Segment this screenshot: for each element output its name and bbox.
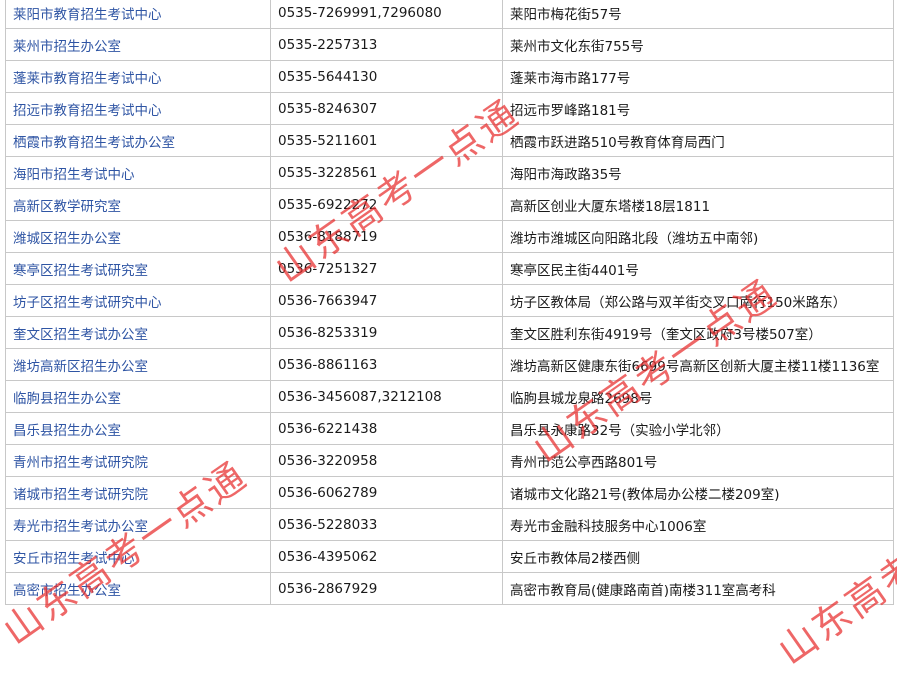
office-name-cell: 海阳市招生考试中心 bbox=[5, 156, 271, 189]
phone-cell: 0536-8253319 bbox=[270, 316, 503, 349]
phone-cell: 0535-8246307 bbox=[270, 92, 503, 125]
table-row: 坊子区招生考试研究中心 0536-7663947 坊子区教体局（郑公路与双羊街交叉口… bbox=[5, 284, 894, 317]
table-row: 招远市教育招生考试中心 0535-8246307 招远市罗峰路181号 bbox=[5, 92, 894, 125]
office-name-link[interactable]: 潍城区招生办公室 bbox=[13, 231, 121, 247]
phone-cell: 0536-3220958 bbox=[270, 444, 503, 477]
office-name-link[interactable]: 海阳市招生考试中心 bbox=[13, 167, 135, 183]
office-name-link[interactable]: 坊子区招生考试研究中心 bbox=[13, 295, 162, 311]
address-cell: 招远市罗峰路181号 bbox=[502, 92, 894, 125]
office-name-cell: 奎文区招生考试办公室 bbox=[5, 316, 271, 349]
phone-cell: 0536-7663947 bbox=[270, 284, 503, 317]
office-name-cell: 莱阳市教育招生考试中心 bbox=[5, 0, 271, 29]
phone-cell: 0536-5228033 bbox=[270, 508, 503, 541]
address-cell: 莱阳市梅花街57号 bbox=[502, 0, 894, 29]
office-name-link[interactable]: 奎文区招生考试办公室 bbox=[13, 327, 148, 343]
office-name-link[interactable]: 莱州市招生办公室 bbox=[13, 39, 121, 55]
office-name-cell: 蓬莱市教育招生考试中心 bbox=[5, 60, 271, 93]
office-name-link[interactable]: 莱阳市教育招生考试中心 bbox=[13, 7, 162, 23]
office-name-link[interactable]: 招远市教育招生考试中心 bbox=[13, 103, 162, 119]
table-row: 寒亭区招生考试研究室 0536-7251327 寒亭区民主街4401号 bbox=[5, 252, 894, 285]
table-row: 临朐县招生办公室 0536-3456087,3212108 临朐县城龙泉路2698号 bbox=[5, 380, 894, 413]
phone-cell: 0536-3456087,3212108 bbox=[270, 380, 503, 413]
table-row: 蓬莱市教育招生考试中心 0535-5644130 蓬莱市海市路177号 bbox=[5, 60, 894, 93]
office-name-link[interactable]: 青州市招生考试研究院 bbox=[13, 455, 148, 471]
address-cell: 安丘市教体局2楼西侧 bbox=[502, 540, 894, 573]
address-cell: 青州市范公亭西路801号 bbox=[502, 444, 894, 477]
table-row: 安丘市招生考试中心 0536-4395062 安丘市教体局2楼西侧 bbox=[5, 540, 894, 573]
office-name-cell: 安丘市招生考试中心 bbox=[5, 540, 271, 573]
address-cell: 寒亭区民主街4401号 bbox=[502, 252, 894, 285]
address-cell: 昌乐县永康路32号（实验小学北邻） bbox=[502, 412, 894, 445]
table-row: 高密市招生办公室 0536-2867929 高密市教育局(健康路南首)南楼311室高… bbox=[5, 572, 894, 605]
address-cell: 潍坊市潍城区向阳路北段（潍坊五中南邻) bbox=[502, 220, 894, 253]
address-cell: 高新区创业大厦东塔楼18层1811 bbox=[502, 188, 894, 221]
office-name-link[interactable]: 栖霞市教育招生考试办公室 bbox=[13, 135, 175, 151]
office-name-cell: 栖霞市教育招生考试办公室 bbox=[5, 124, 271, 157]
table-row: 潍城区招生办公室 0536-8188719 潍坊市潍城区向阳路北段（潍坊五中南邻) bbox=[5, 220, 894, 253]
office-name-link[interactable]: 高新区教学研究室 bbox=[13, 199, 121, 215]
phone-cell: 0536-2867929 bbox=[270, 572, 503, 605]
office-name-link[interactable]: 安丘市招生考试中心 bbox=[13, 551, 135, 567]
office-name-link[interactable]: 诸城市招生考试研究院 bbox=[13, 487, 148, 503]
table-row: 栖霞市教育招生考试办公室 0535-5211601 栖霞市跃进路510号教育体育局西… bbox=[5, 124, 894, 157]
office-name-link[interactable]: 昌乐县招生办公室 bbox=[13, 423, 121, 439]
office-name-cell: 昌乐县招生办公室 bbox=[5, 412, 271, 445]
table-row: 青州市招生考试研究院 0536-3220958 青州市范公亭西路801号 bbox=[5, 444, 894, 477]
table-row: 寿光市招生考试办公室 0536-5228033 寿光市金融科技服务中心1006室 bbox=[5, 508, 894, 541]
office-name-cell: 高密市招生办公室 bbox=[5, 572, 271, 605]
address-cell: 诸城市文化路21号(教体局办公楼二楼209室) bbox=[502, 476, 894, 509]
table-row: 高新区教学研究室 0535-6922272 高新区创业大厦东塔楼18层1811 bbox=[5, 188, 894, 221]
table-row: 诸城市招生考试研究院 0536-6062789 诸城市文化路21号(教体局办公楼二楼… bbox=[5, 476, 894, 509]
office-name-link[interactable]: 寿光市招生考试办公室 bbox=[13, 519, 148, 535]
office-name-cell: 坊子区招生考试研究中心 bbox=[5, 284, 271, 317]
phone-cell: 0535-5211601 bbox=[270, 124, 503, 157]
office-name-cell: 寿光市招生考试办公室 bbox=[5, 508, 271, 541]
phone-cell: 0535-7269991,7296080 bbox=[270, 0, 503, 29]
office-name-cell: 高新区教学研究室 bbox=[5, 188, 271, 221]
office-name-cell: 寒亭区招生考试研究室 bbox=[5, 252, 271, 285]
table-row: 海阳市招生考试中心 0535-3228561 海阳市海政路35号 bbox=[5, 156, 894, 189]
phone-cell: 0536-6062789 bbox=[270, 476, 503, 509]
office-name-cell: 临朐县招生办公室 bbox=[5, 380, 271, 413]
office-name-link[interactable]: 寒亭区招生考试研究室 bbox=[13, 263, 148, 279]
phone-cell: 0536-8861163 bbox=[270, 348, 503, 381]
phone-cell: 0536-8188719 bbox=[270, 220, 503, 253]
address-cell: 奎文区胜利东街4919号（奎文区政府3号楼507室） bbox=[502, 316, 894, 349]
address-cell: 潍坊高新区健康东街6699号高新区创新大厦主楼11楼1136室 bbox=[502, 348, 894, 381]
office-name-cell: 青州市招生考试研究院 bbox=[5, 444, 271, 477]
office-name-cell: 诸城市招生考试研究院 bbox=[5, 476, 271, 509]
address-cell: 莱州市文化东街755号 bbox=[502, 28, 894, 61]
phone-cell: 0535-5644130 bbox=[270, 60, 503, 93]
office-name-cell: 潍城区招生办公室 bbox=[5, 220, 271, 253]
address-cell: 临朐县城龙泉路2698号 bbox=[502, 380, 894, 413]
table-row: 潍坊高新区招生办公室 0536-8861163 潍坊高新区健康东街6699号高新区创… bbox=[5, 348, 894, 381]
phone-cell: 0536-6221438 bbox=[270, 412, 503, 445]
phone-cell: 0536-4395062 bbox=[270, 540, 503, 573]
phone-cell: 0535-2257313 bbox=[270, 28, 503, 61]
office-name-link[interactable]: 蓬莱市教育招生考试中心 bbox=[13, 71, 162, 87]
phone-cell: 0536-7251327 bbox=[270, 252, 503, 285]
address-cell: 蓬莱市海市路177号 bbox=[502, 60, 894, 93]
office-name-link[interactable]: 临朐县招生办公室 bbox=[13, 391, 121, 407]
contact-table: 莱阳市教育招生考试中心 0535-7269991,7296080 莱阳市梅花街57号… bbox=[5, 0, 894, 605]
office-name-link[interactable]: 高密市招生办公室 bbox=[13, 583, 121, 599]
office-name-link[interactable]: 潍坊高新区招生办公室 bbox=[13, 359, 148, 375]
phone-cell: 0535-6922272 bbox=[270, 188, 503, 221]
phone-cell: 0535-3228561 bbox=[270, 156, 503, 189]
address-cell: 海阳市海政路35号 bbox=[502, 156, 894, 189]
table-row: 昌乐县招生办公室 0536-6221438 昌乐县永康路32号（实验小学北邻） bbox=[5, 412, 894, 445]
office-name-cell: 潍坊高新区招生办公室 bbox=[5, 348, 271, 381]
table-row: 奎文区招生考试办公室 0536-8253319 奎文区胜利东街4919号（奎文区政府… bbox=[5, 316, 894, 349]
contact-table-body: 莱阳市教育招生考试中心 0535-7269991,7296080 莱阳市梅花街57号… bbox=[5, 0, 894, 605]
table-row: 莱州市招生办公室 0535-2257313 莱州市文化东街755号 bbox=[5, 28, 894, 61]
office-name-cell: 招远市教育招生考试中心 bbox=[5, 92, 271, 125]
address-cell: 高密市教育局(健康路南首)南楼311室高考科 bbox=[502, 572, 894, 605]
office-name-cell: 莱州市招生办公室 bbox=[5, 28, 271, 61]
address-cell: 栖霞市跃进路510号教育体育局西门 bbox=[502, 124, 894, 157]
address-cell: 坊子区教体局（郑公路与双羊街交叉口南行150米路东） bbox=[502, 284, 894, 317]
table-row: 莱阳市教育招生考试中心 0535-7269991,7296080 莱阳市梅花街57号 bbox=[5, 0, 894, 29]
address-cell: 寿光市金融科技服务中心1006室 bbox=[502, 508, 894, 541]
